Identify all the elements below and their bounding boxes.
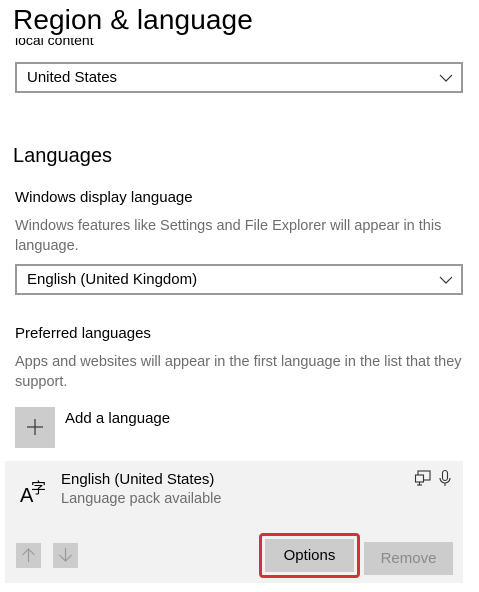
display-language-feature-icon: [414, 470, 431, 486]
move-down-button[interactable]: [53, 543, 78, 568]
plus-icon: [27, 419, 43, 435]
page-title: Region & language: [13, 4, 253, 35]
display-language-value: English (United Kingdom): [27, 271, 198, 288]
country-region-value: United States: [27, 69, 118, 86]
chevron-down-icon: [439, 74, 453, 82]
language-list-item[interactable]: A 字 English (United States) Language pac…: [5, 461, 463, 583]
chevron-down-icon: [439, 276, 453, 284]
options-button[interactable]: Options: [265, 539, 354, 572]
arrow-up-icon: [22, 548, 35, 562]
languages-heading: Languages: [13, 145, 112, 167]
display-language-label: Windows display language: [15, 189, 193, 206]
preferred-languages-description: Apps and websites will appear in the fir…: [15, 354, 462, 390]
microphone-icon: [439, 469, 451, 486]
language-icon: A 字: [20, 479, 47, 507]
arrow-down-icon: [59, 548, 72, 562]
display-language-dropdown[interactable]: English (United Kingdom): [15, 264, 463, 295]
country-region-dropdown[interactable]: United States: [15, 62, 463, 93]
region-format-label: local content: [15, 38, 94, 48]
preferred-languages-label: Preferred languages: [15, 325, 151, 342]
add-language-label[interactable]: Add a language: [65, 410, 170, 427]
remove-button[interactable]: Remove: [364, 542, 453, 575]
options-button-highlight[interactable]: Options: [259, 533, 360, 578]
move-up-button[interactable]: [16, 543, 41, 568]
language-pack-status: Language pack available: [61, 491, 222, 507]
display-language-description: Windows features like Settings and File …: [15, 218, 442, 254]
add-language-button[interactable]: [15, 407, 55, 448]
language-name: English (United States): [61, 471, 215, 488]
